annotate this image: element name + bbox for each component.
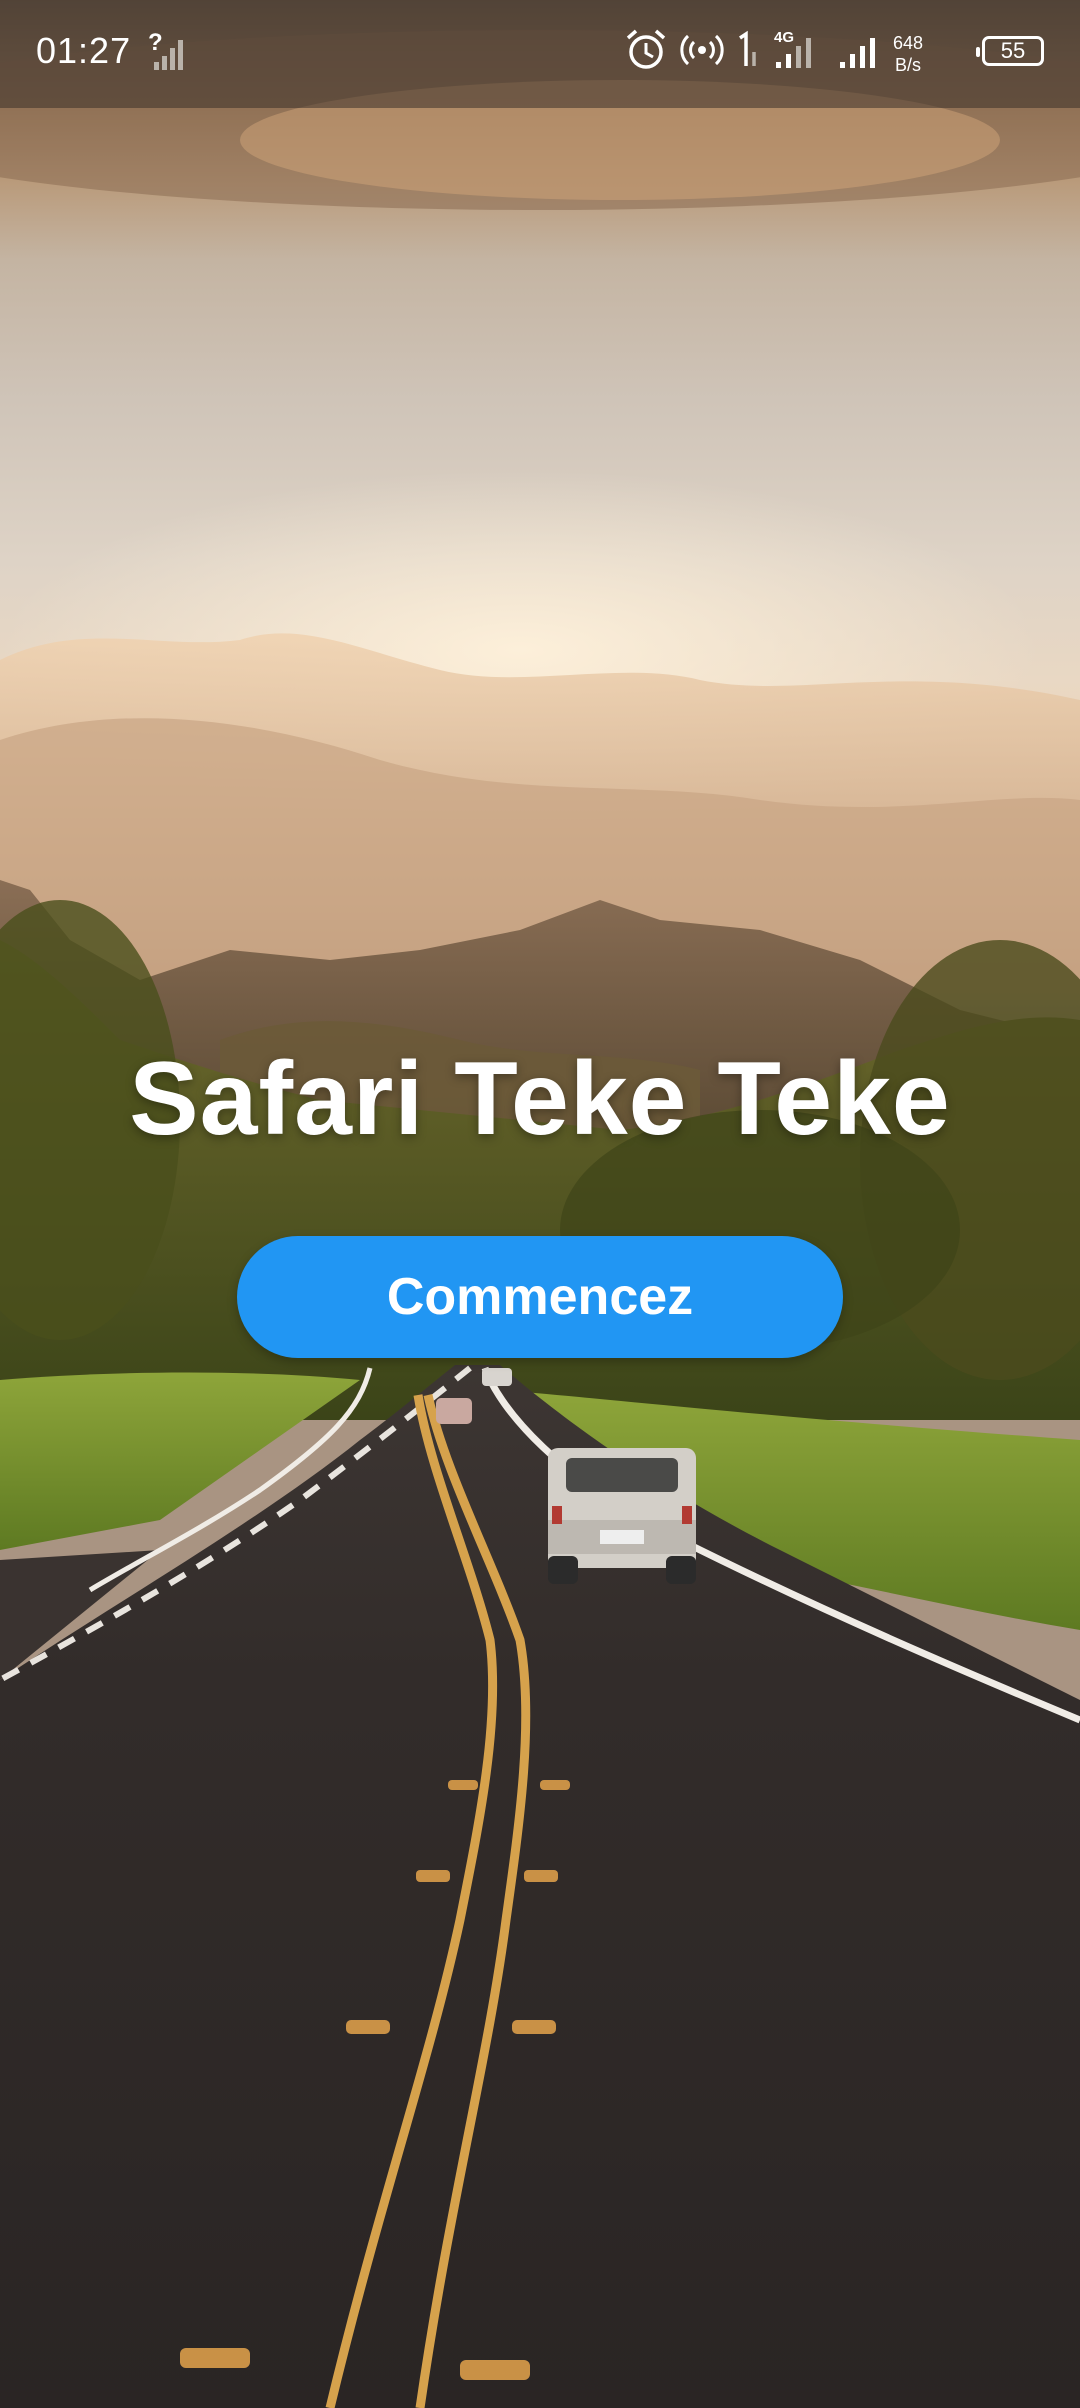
battery-level: 55 <box>1000 38 1026 63</box>
svg-text:?: ? <box>148 30 163 56</box>
status-bar: 01:27 ? 4G 648 B/s 55 <box>0 0 1080 108</box>
battery-icon: 55 <box>976 36 1044 66</box>
sim1-signal-icon <box>736 28 762 77</box>
alarm-icon <box>624 28 668 77</box>
app-title: Safari Teke Teke <box>129 1041 951 1157</box>
signal-icon <box>838 28 886 77</box>
network-speed: 648 B/s <box>880 32 936 76</box>
start-button[interactable]: Commencez <box>237 1236 843 1358</box>
status-time: 01:27 <box>36 30 132 71</box>
network-type-label: 4G <box>774 29 794 46</box>
truck-image <box>548 1448 696 1584</box>
hotspot-icon <box>680 28 724 77</box>
splash-screen: 01:27 ? 4G 648 B/s 55 Safari Teke Teke C… <box>0 0 1080 2408</box>
background-landscape-image <box>0 30 1080 2408</box>
4g-signal-icon: 4G <box>772 28 832 77</box>
network-speed-unit: B/s <box>894 55 921 75</box>
network-speed-value: 648 <box>892 33 924 53</box>
status-icons: 4G 648 B/s 55 <box>624 28 1044 80</box>
signal-unknown-icon: ? <box>146 29 186 77</box>
